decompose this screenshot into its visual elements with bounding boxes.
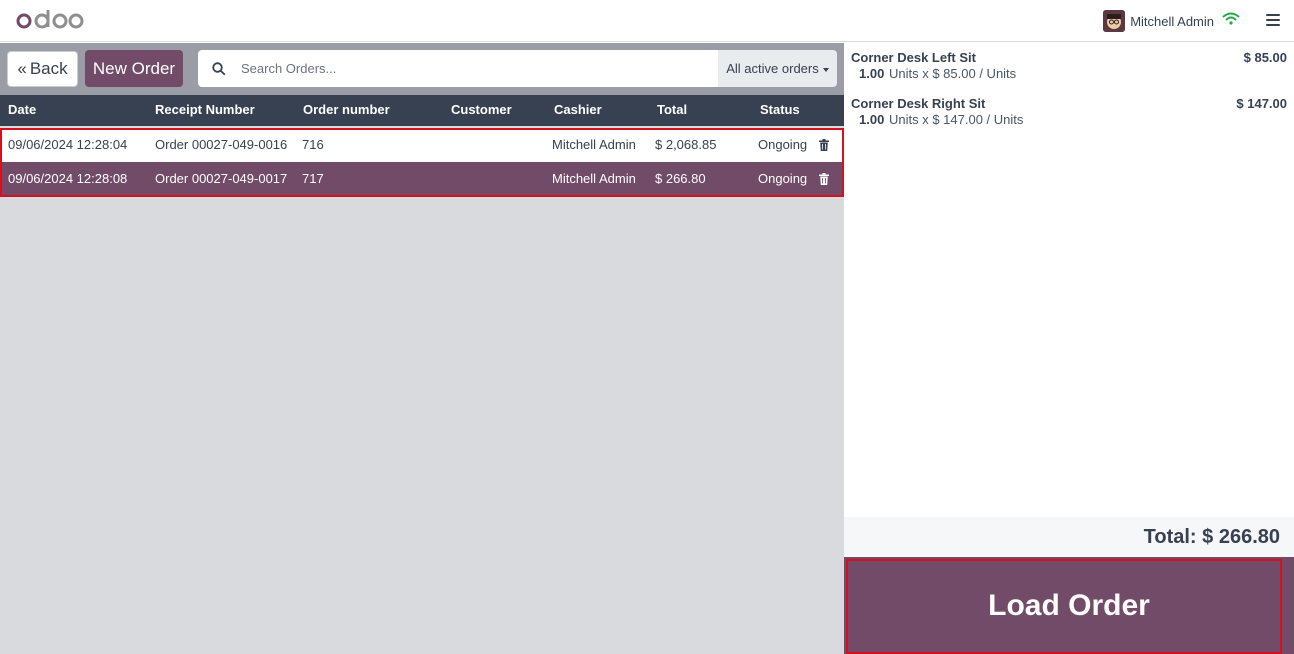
cell-receipt: Order 00027-049-0017 bbox=[155, 171, 288, 186]
control-bar: « Back New Order All active orders bbox=[0, 43, 844, 95]
cell-date: 09/06/2024 12:28:08 bbox=[8, 171, 128, 186]
cell-order-number: 716 bbox=[302, 137, 324, 152]
table-header: Date Receipt Number Order number Custome… bbox=[0, 95, 844, 126]
back-label: Back bbox=[29, 59, 68, 78]
cell-date: 09/06/2024 12:28:04 bbox=[8, 137, 128, 152]
line-qty: 1.00 bbox=[859, 112, 885, 127]
line-detail: Units x $ 147.00 / Units bbox=[889, 112, 1024, 127]
search-box bbox=[198, 50, 718, 87]
order-filter-dropdown[interactable]: All active orders bbox=[718, 50, 837, 87]
line-price: $ 85.00 bbox=[1243, 50, 1287, 65]
col-customer: Customer bbox=[451, 102, 512, 117]
search-input[interactable] bbox=[241, 53, 701, 84]
search-icon bbox=[212, 61, 226, 75]
load-order-button[interactable]: Load Order bbox=[844, 557, 1294, 654]
user-name: Mitchell Admin bbox=[1130, 13, 1214, 29]
orders-table-body: 09/06/2024 12:28:04 Order 00027-049-0016… bbox=[0, 128, 844, 196]
order-total: Total: $ 266.80 bbox=[1143, 526, 1280, 548]
line-detail: Units x $ 85.00 / Units bbox=[889, 66, 1017, 81]
cell-cashier: Mitchell Admin bbox=[552, 137, 636, 152]
menu-icon[interactable] bbox=[1266, 14, 1280, 26]
filter-label: All active orders bbox=[726, 61, 819, 76]
wifi-icon bbox=[1222, 12, 1240, 25]
col-status: Status bbox=[760, 102, 800, 117]
table-row[interactable]: 09/06/2024 12:28:04 Order 00027-049-0016… bbox=[0, 128, 844, 162]
caret-down-icon bbox=[822, 67, 829, 72]
trash-icon[interactable] bbox=[819, 173, 829, 185]
line-price: $ 147.00 bbox=[1236, 96, 1287, 111]
col-receipt-number: Receipt Number bbox=[155, 102, 255, 117]
top-navbar: Mitchell Admin bbox=[0, 0, 1294, 42]
cell-order-number: 717 bbox=[302, 171, 324, 186]
line-qty: 1.00 bbox=[859, 66, 885, 81]
col-total: Total bbox=[657, 102, 688, 117]
order-detail-pane: Corner Desk Left Sit $ 85.00 1.00 Units … bbox=[844, 43, 1294, 654]
new-order-button[interactable]: New Order bbox=[85, 50, 183, 87]
cell-total: $ 266.80 bbox=[655, 171, 706, 186]
double-chevron-left-icon: « bbox=[17, 59, 27, 78]
cell-status: Ongoing bbox=[758, 137, 808, 152]
col-cashier: Cashier bbox=[554, 102, 602, 117]
cell-status: Ongoing bbox=[758, 171, 808, 186]
trash-icon[interactable] bbox=[819, 139, 829, 151]
cell-receipt: Order 00027-049-0016 bbox=[155, 137, 288, 152]
order-total-bar: Total: $ 266.80 bbox=[844, 517, 1294, 557]
avatar bbox=[1103, 10, 1126, 32]
col-order-number: Order number bbox=[303, 102, 390, 117]
cell-total: $ 2,068.85 bbox=[655, 137, 717, 152]
new-order-label: New Order bbox=[92, 58, 176, 78]
back-button[interactable]: « Back bbox=[7, 51, 78, 87]
line-product-name: Corner Desk Left Sit bbox=[851, 50, 976, 65]
user-menu[interactable]: Mitchell Admin bbox=[1103, 10, 1214, 32]
cell-cashier: Mitchell Admin bbox=[552, 171, 636, 186]
odoo-logo bbox=[16, 7, 84, 33]
load-order-label: Load Order bbox=[988, 589, 1150, 622]
col-date: Date bbox=[8, 102, 37, 117]
orders-list-pane: « Back New Order All active orders Date … bbox=[0, 43, 844, 654]
table-row[interactable]: 09/06/2024 12:28:08 Order 00027-049-0017… bbox=[0, 162, 844, 196]
line-product-name: Corner Desk Right Sit bbox=[851, 96, 986, 111]
